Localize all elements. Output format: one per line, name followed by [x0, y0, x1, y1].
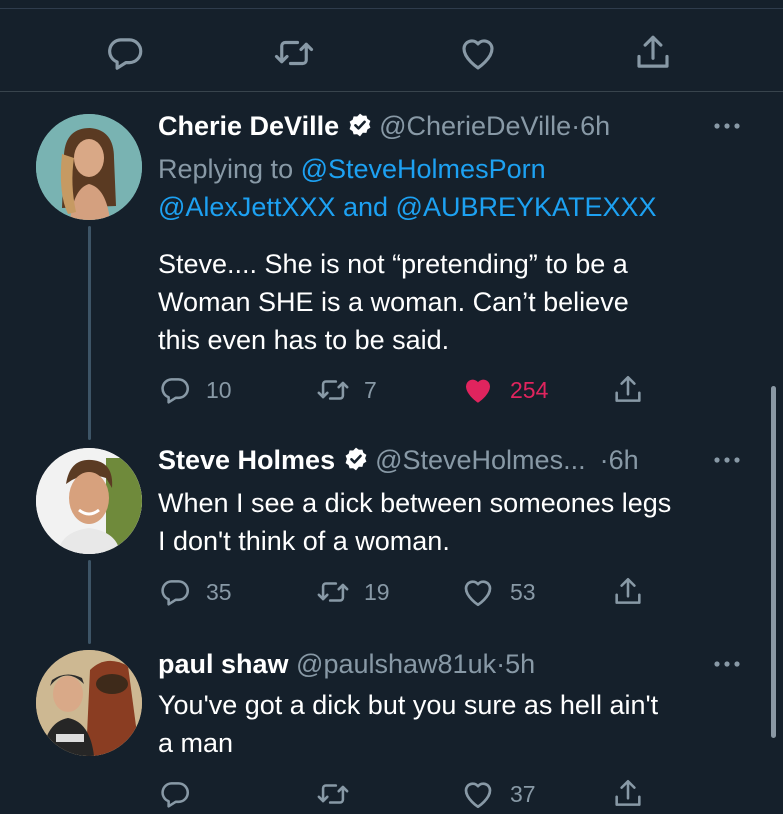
author-handle[interactable]: @CherieDeVille [379, 111, 571, 141]
tweet-header: Steve Holmes @SteveHolmes... ·6h [158, 442, 639, 478]
tweet-text-line: this even has to be said. [158, 325, 450, 355]
replying-to-label: Replying to [158, 154, 301, 184]
more-icon[interactable] [712, 118, 742, 134]
retweet-button[interactable] [316, 774, 350, 814]
retweet-count: 7 [364, 376, 377, 403]
tweet-header: Cherie DeVille @CherieDeVille·6h [158, 108, 610, 144]
retweet-icon[interactable] [273, 32, 315, 74]
retweet-icon [316, 373, 350, 407]
like-filled-icon [460, 372, 496, 408]
share-button[interactable] [611, 774, 645, 814]
author-name[interactable]: paul shaw [158, 649, 289, 679]
tweet-actions: 10 7 254 [0, 370, 783, 410]
author-name[interactable]: Cherie DeVille [158, 111, 339, 141]
reply-button[interactable] [158, 774, 192, 814]
reply-icon[interactable] [104, 32, 146, 74]
author-handle[interactable]: @paulshaw81uk [296, 649, 496, 679]
avatar[interactable] [36, 448, 142, 554]
retweet-icon [316, 777, 350, 811]
like-icon [460, 776, 496, 812]
avatar[interactable] [36, 114, 142, 220]
share-icon[interactable] [632, 32, 674, 74]
like-count: 53 [510, 578, 536, 605]
reply-count: 35 [206, 578, 232, 605]
top-divider [0, 8, 783, 9]
separator-dot: · [571, 111, 581, 141]
share-icon [611, 373, 645, 407]
mention-link[interactable]: @SteveHolmesPorn [301, 154, 546, 184]
author-handle[interactable]: @SteveHolmes... [375, 445, 585, 475]
tweet-text: Steve.... She is not “pretending” to be … [158, 245, 758, 359]
mention-and: and [335, 192, 396, 222]
mention-link[interactable]: @AlexJettXXX [158, 192, 335, 222]
more-icon[interactable] [712, 452, 742, 468]
verified-icon [347, 112, 373, 138]
avatar[interactable] [36, 650, 142, 756]
scrollbar[interactable] [771, 386, 776, 738]
author-name[interactable]: Steve Holmes [158, 445, 335, 475]
tweet-text: You've got a dick but you sure as hell a… [158, 686, 758, 762]
timestamp[interactable]: 5h [505, 649, 535, 679]
share-icon [611, 575, 645, 609]
like-button[interactable]: 254 [460, 370, 548, 410]
like-count: 254 [510, 376, 549, 403]
share-icon [611, 777, 645, 811]
like-icon [460, 574, 496, 610]
avatar-photo [36, 448, 142, 554]
reply-icon [158, 373, 192, 407]
reply-icon [158, 575, 192, 609]
separator-dot: · [599, 445, 609, 475]
timestamp[interactable]: 6h [580, 111, 610, 141]
divider [0, 91, 783, 92]
avatar-photo [36, 650, 142, 756]
timestamp[interactable]: 6h [609, 445, 639, 475]
tweet-text-line: You've got a dick but you sure as hell a… [158, 690, 659, 720]
tweet-text-line: Woman SHE is a woman. Can’t believe [158, 287, 629, 317]
tweet-text-line: a man [158, 728, 234, 758]
tweet-text-line: I don't think of a woman. [158, 526, 450, 556]
share-button[interactable] [611, 572, 645, 612]
share-button[interactable] [611, 370, 645, 410]
reply-context: Replying to @SteveHolmesPorn @AlexJettXX… [158, 150, 758, 226]
retweet-button[interactable]: 7 [316, 370, 377, 410]
like-button[interactable]: 53 [460, 572, 536, 612]
previous-tweet-actions [0, 28, 783, 78]
verified-icon [343, 446, 369, 472]
reply-icon [158, 777, 192, 811]
reply-count: 10 [206, 376, 232, 403]
separator-dot: · [496, 649, 506, 679]
tweet-text-line: When I see a dick between someones legs [158, 488, 672, 518]
retweet-count: 19 [364, 578, 390, 605]
avatar-photo [36, 114, 142, 220]
mention-link[interactable]: @AUBREYKATEXXX [396, 192, 657, 222]
tweet-text-line: Steve.... She is not “pretending” to be … [158, 249, 628, 279]
reply-button[interactable]: 35 [158, 572, 232, 612]
retweet-icon [316, 575, 350, 609]
tweet-actions: 37 [0, 774, 783, 814]
retweet-button[interactable]: 19 [316, 572, 390, 612]
tweet-actions: 35 19 53 [0, 572, 783, 612]
tweet-text: When I see a dick between someones legs … [158, 484, 758, 560]
like-button[interactable]: 37 [460, 774, 536, 814]
like-count: 37 [510, 780, 536, 807]
like-icon[interactable] [457, 32, 499, 74]
reply-button[interactable]: 10 [158, 370, 232, 410]
more-icon[interactable] [712, 656, 742, 672]
tweet-header: paul shaw @paulshaw81uk·5h [158, 646, 535, 682]
